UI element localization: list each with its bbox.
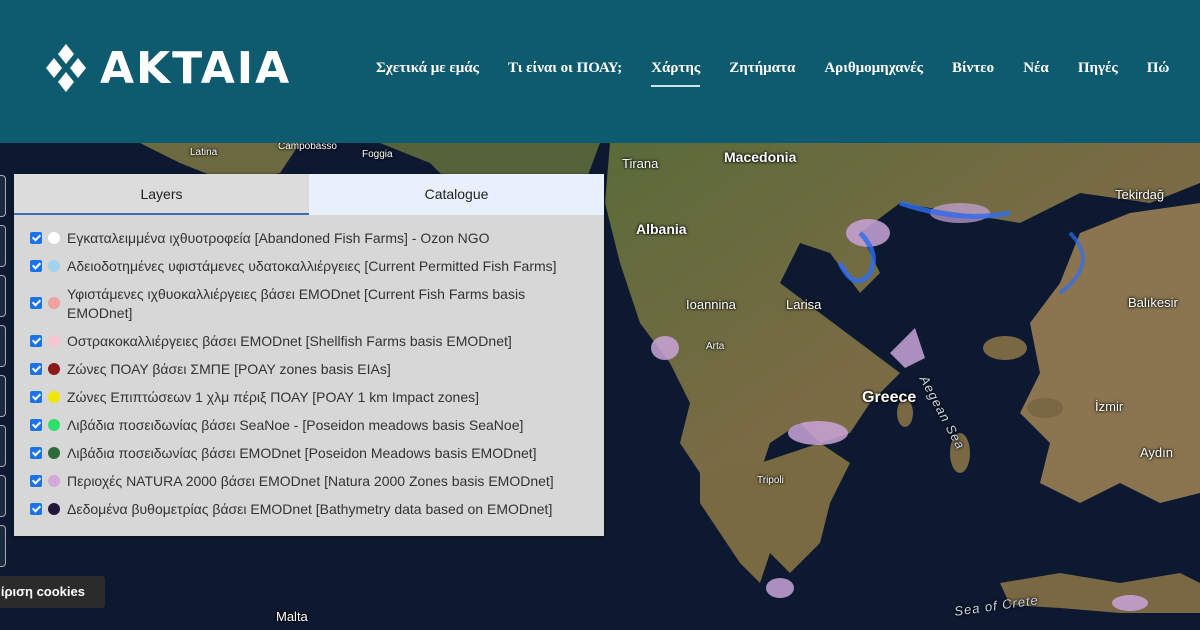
layer-checkbox[interactable] (30, 335, 42, 347)
nav-news[interactable]: Νέα (1023, 60, 1049, 87)
map-label-tekirdag: Tekirdağ (1115, 187, 1165, 202)
layer-color-swatch (48, 419, 60, 431)
nav-videos[interactable]: Βίντεο (952, 60, 994, 87)
map-label-izmir: İzmir (1095, 399, 1124, 414)
layer-color-swatch (48, 260, 60, 272)
layer-label: Αδειοδοτημένες υφιστάμενες υδατοκαλλιέργ… (67, 258, 557, 274)
map-control-button[interactable] (0, 175, 6, 217)
layer-checkbox[interactable] (30, 447, 42, 459)
map-control-button[interactable] (0, 375, 6, 417)
layer-checkbox[interactable] (30, 419, 42, 431)
map-label-greece: Greece (862, 389, 917, 406)
layer-item[interactable]: Δεδομένα βυθομετρίας βάσει EMODnet [Bath… (30, 500, 604, 519)
layer-checkbox[interactable] (30, 260, 42, 272)
layer-item[interactable]: Υφιστάμενες ιχθυοκαλλιέργειες βάσει EMOD… (30, 285, 604, 323)
layer-item[interactable]: Περιοχές NATURA 2000 βάσει EMODnet [Natu… (30, 472, 604, 491)
layer-label: Περιοχές NATURA 2000 βάσει EMODnet [Natu… (67, 473, 554, 489)
nav-about[interactable]: Σχετικά με εμάς (376, 60, 479, 87)
map-label-arta: Arta (706, 341, 725, 352)
map-label-malta: Malta (276, 609, 308, 624)
map-label-foggia: Foggia (362, 149, 393, 160)
panel-tabs: Layers Catalogue (14, 174, 604, 215)
layer-color-swatch (48, 335, 60, 347)
layer-item[interactable]: Λιβάδια ποσειδωνίας βάσει SeaNoe - [Pose… (30, 416, 604, 435)
layer-item[interactable]: Οστρακοκαλλιέργειες βάσει EMODnet [Shell… (30, 332, 604, 351)
map-label-albania: Albania (636, 221, 687, 237)
main-nav: Σχετικά με εμάς Τι είναι οι ΠΟΑΥ; Χάρτης… (376, 60, 1198, 87)
map-label-aydin: Aydın (1140, 445, 1174, 460)
brand-name: AKTAIA (100, 43, 292, 94)
layer-label: Ζώνες Επιπτώσεων 1 χλμ πέριξ ΠΟΑΥ [POAY … (67, 389, 479, 405)
layer-item[interactable]: Λιβάδια ποσειδωνίας βάσει EMODnet [Posei… (30, 444, 604, 463)
layer-checkbox[interactable] (30, 503, 42, 515)
layer-label: Δεδομένα βυθομετρίας βάσει EMODnet [Bath… (67, 501, 553, 517)
layer-color-swatch (48, 447, 60, 459)
layer-label: Λιβάδια ποσειδωνίας βάσει EMODnet [Posei… (67, 445, 537, 461)
layer-item[interactable]: Ζώνες ΠΟΑΥ βάσει ΣΜΠΕ [POAY zones basis … (30, 360, 604, 379)
tab-catalogue[interactable]: Catalogue (309, 174, 604, 215)
layer-item[interactable]: Ζώνες Επιπτώσεων 1 χλμ πέριξ ΠΟΑΥ [POAY … (30, 388, 604, 407)
layer-label: Ζώνες ΠΟΑΥ βάσει ΣΜΠΕ [POAY zones basis … (67, 361, 391, 377)
nav-what-is-poay[interactable]: Τι είναι οι ΠΟΑΥ; (508, 60, 622, 87)
layer-color-swatch (48, 297, 60, 309)
map-control-button[interactable] (0, 525, 6, 567)
nav-issues[interactable]: Ζητήματα (729, 60, 795, 87)
layers-panel: Layers Catalogue Εγκαταλειμμένα ιχθυοτρο… (14, 174, 604, 536)
layer-item[interactable]: Αδειοδοτημένες υφιστάμενες υδατοκαλλιέργ… (30, 257, 604, 276)
brand-logo[interactable]: AKTAIA (44, 44, 291, 94)
map-control-button[interactable] (0, 475, 6, 517)
layer-label: Υφιστάμενες ιχθυοκαλλιέργειες βάσει EMOD… (67, 286, 526, 321)
map-control-button[interactable] (0, 425, 6, 467)
map-label-balikesir: Balıkesir (1128, 295, 1178, 310)
layer-label: Εγκαταλειμμένα ιχθυοτροφεία [Abandoned F… (67, 230, 490, 246)
tab-layers[interactable]: Layers (14, 174, 309, 215)
layer-checkbox[interactable] (30, 475, 42, 487)
map-label-larisa: Larisa (786, 297, 822, 312)
layer-list: Εγκαταλειμμένα ιχθυοτροφεία [Abandoned F… (14, 215, 604, 519)
layer-label: Οστρακοκαλλιέργειες βάσει EMODnet [Shell… (67, 333, 512, 349)
map-control-button[interactable] (0, 275, 6, 317)
cookie-settings-button[interactable]: ίριση cookies (0, 576, 105, 608)
layer-label: Λιβάδια ποσειδωνίας βάσει SeaNoe - [Pose… (67, 417, 524, 433)
map-label-tirana: Tirana (622, 156, 659, 171)
nav-calculators[interactable]: Αριθμομηχανές (824, 60, 923, 87)
layer-color-swatch (48, 391, 60, 403)
layer-item[interactable]: Εγκαταλειμμένα ιχθυοτροφεία [Abandoned F… (30, 229, 604, 248)
logo-diamond-icon (44, 44, 88, 94)
nav-sources[interactable]: Πηγές (1078, 60, 1118, 87)
layer-checkbox[interactable] (30, 232, 42, 244)
map-label-ioannina: Ioannina (686, 297, 736, 312)
layer-color-swatch (48, 363, 60, 375)
layer-color-swatch (48, 232, 60, 244)
nav-map[interactable]: Χάρτης (651, 60, 701, 87)
map-control-button[interactable] (0, 225, 6, 267)
layer-color-swatch (48, 475, 60, 487)
site-header: AKTAIA Σχετικά με εμάς Τι είναι οι ΠΟΑΥ;… (0, 0, 1200, 143)
map-label-latina: Latina (190, 147, 218, 158)
map-control-button[interactable] (0, 325, 6, 367)
map-label-macedonia: Macedonia (724, 149, 797, 165)
nav-more[interactable]: Πώ (1147, 60, 1170, 87)
layer-checkbox[interactable] (30, 297, 42, 309)
map-label-tripoli: Tripoli (757, 475, 784, 486)
layer-checkbox[interactable] (30, 363, 42, 375)
layer-color-swatch (48, 503, 60, 515)
layer-checkbox[interactable] (30, 391, 42, 403)
map-label-campobasso: Campobasso (278, 143, 337, 152)
